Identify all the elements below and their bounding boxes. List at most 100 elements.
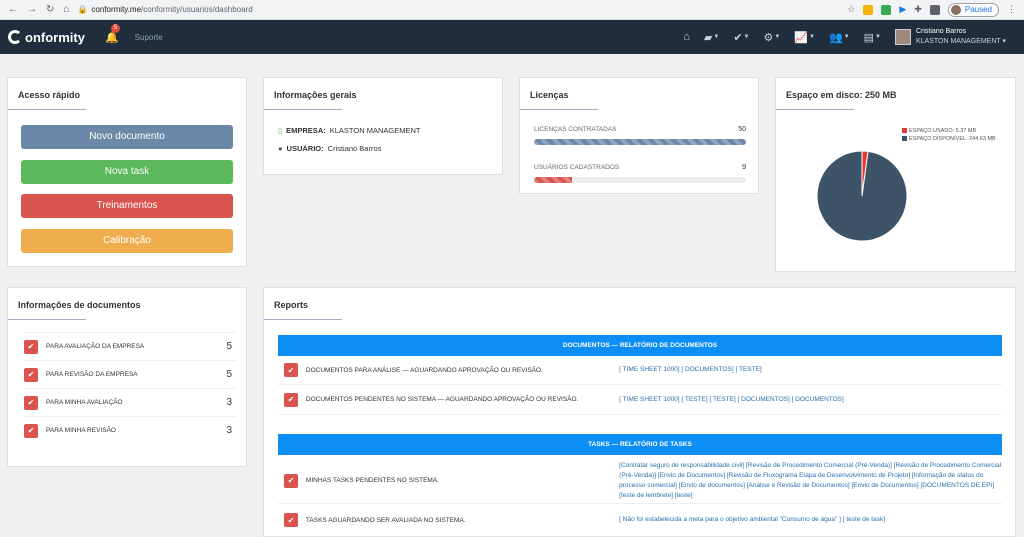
profile-button[interactable]: Paused: [947, 2, 999, 17]
general-info-card: Informações gerais ▯ EMPRESA: KLASTON MA…: [263, 77, 503, 175]
disk-space-title: Espaço em disco: 250 MB: [776, 78, 1015, 110]
notifications-button[interactable]: 🔔 5: [104, 23, 120, 44]
document-info-row[interactable]: ✔ PARA AVALIAÇÃO DA EMPRESA 5: [24, 332, 236, 360]
quick-access-title: Acesso rápido: [8, 78, 246, 110]
registered-progress: [534, 177, 746, 183]
reports-card: Reports DOCUMENTOS — RELATÓRIO DE DOCUME…: [263, 287, 1016, 537]
report-menu-icon[interactable]: ▤ ▼: [864, 31, 881, 44]
user-icon: ●: [278, 144, 283, 153]
document-info-row[interactable]: ✔ PARA MINHA REVISÃO 3: [24, 416, 236, 444]
report-links[interactable]: [ TIME SHEET 1000] [ TESTE] [ TESTE] [ D…: [619, 395, 1002, 405]
company-info: ▯ EMPRESA: KLASTON MANAGEMENT: [278, 126, 420, 135]
report-description: TASKS AGUARDANDO SER AVALIADA NO SISTEMA…: [305, 516, 466, 524]
report-description: DOCUMENTOS PARA ANÁLISE — AGUARDANDO APR…: [305, 366, 543, 374]
forward-icon[interactable]: →: [27, 4, 37, 15]
company-value: KLASTON MANAGEMENT: [329, 126, 421, 135]
disk-pie-chart: [816, 150, 908, 242]
home-icon[interactable]: ⌂: [63, 4, 69, 15]
check-icon: ✔: [24, 367, 38, 382]
lock-icon: 🔒: [77, 5, 88, 14]
company-label: EMPRESA:: [286, 126, 326, 135]
document-info-card: Informações de documentos ✔ PARA AVALIAÇÃ…: [7, 287, 247, 467]
contracted-value: 50: [738, 126, 746, 133]
report-links[interactable]: [Contratar seguro de responsabilidade ci…: [619, 461, 1002, 501]
check-menu-icon[interactable]: ✔ ▼: [733, 31, 749, 44]
report-links[interactable]: [ Não foi estabelecida a meta para o obj…: [619, 515, 1002, 525]
avatar: [950, 4, 961, 15]
row-label: PARA AVALIAÇÃO DA EMPRESA: [46, 343, 145, 350]
row-count: 5: [226, 341, 232, 352]
user-avatar: [894, 29, 911, 45]
new-document-button[interactable]: Novo documento: [21, 125, 233, 149]
report-description: MINHAS TASKS PENDENTES NO SISTEMA.: [305, 477, 439, 484]
registered-row: USUÁRIOS CADASTRADOS 9: [534, 164, 746, 171]
app-header: onformity 🔔 5 Suporte ⌂ ▰ ▼ ✔ ▼ ⚙ ▼ 📈 ▼ 👥 ▼ ▤…: [0, 20, 1024, 54]
licenses-title: Licenças: [520, 78, 758, 110]
play-icon[interactable]: ▶: [899, 4, 906, 15]
document-info-title: Informações de documentos: [8, 288, 246, 320]
calibration-button[interactable]: Calibração: [21, 229, 233, 253]
legend-free: ESPAÇO DISPONÍVEL: 244.63 MB: [902, 135, 996, 143]
reports-title: Reports: [264, 288, 1015, 320]
extension-icon[interactable]: [881, 4, 892, 15]
reload-icon[interactable]: ↻: [46, 4, 54, 15]
registered-label: USUÁRIOS CADASTRADOS: [534, 164, 620, 171]
building-icon: ▯: [278, 126, 283, 135]
back-icon[interactable]: ←: [8, 4, 18, 15]
report-row: ✔ TASKS AGUARDANDO SER AVALIADA NO SISTE…: [278, 508, 1002, 532]
licenses-card: Licenças LICENÇAS CONTRATADAS 50 USUÁRIO…: [519, 77, 759, 194]
check-icon: ✔: [24, 423, 38, 438]
row-label: PARA MINHA REVISÃO: [46, 427, 116, 434]
menu-icon[interactable]: ⋮: [1007, 4, 1016, 15]
report-description: DOCUMENTOS PENDENTES NO SISTEMA — AGUARD…: [305, 396, 579, 403]
row-label: PARA MINHA AVALIAÇÃO: [46, 399, 123, 406]
pie-slice-free: [816, 150, 908, 242]
puzzle-icon[interactable]: ✚: [914, 4, 922, 15]
check-icon: ✔: [284, 363, 298, 377]
report-row: ✔ DOCUMENTOS PARA ANÁLISE — AGUARDANDO A…: [278, 356, 1002, 385]
check-icon: ✔: [284, 513, 298, 527]
pie-legend: ESPAÇO USADO: 5.37 MB ESPAÇO DISPONÍVEL:…: [902, 127, 996, 143]
row-count: 3: [226, 397, 232, 408]
address-bar[interactable]: 🔒 conformity.me/conformity/usuarios/dash…: [77, 5, 252, 14]
extension-icon[interactable]: [863, 4, 874, 15]
user-value: Cristiano Barros: [327, 144, 382, 153]
trainings-button[interactable]: Treinamentos: [21, 194, 233, 218]
disk-space-card: Espaço em disco: 250 MB ESPAÇO USADO: 5.…: [775, 77, 1016, 272]
url-domain: conformity.me: [91, 5, 142, 14]
document-info-row[interactable]: ✔ PARA REVISÃO DA EMPRESA 5: [24, 360, 236, 388]
brand-name: onformity: [25, 29, 85, 45]
home-menu-icon[interactable]: ⌂: [683, 31, 690, 43]
tasks-report-header: TASKS — RELATÓRIO DE TASKS: [278, 434, 1002, 455]
browser-toolbar: ← → ↻ ⌂ 🔒 conformity.me/conformity/usuar…: [0, 0, 1024, 20]
support-link[interactable]: Suporte: [135, 33, 163, 42]
extension-icon[interactable]: [929, 4, 940, 15]
new-task-button[interactable]: Nova task: [21, 160, 233, 184]
brand-logo[interactable]: onformity: [8, 30, 85, 45]
star-icon[interactable]: ☆: [847, 4, 855, 15]
contracted-row: LICENÇAS CONTRATADAS 50: [534, 126, 746, 133]
user-company: KLASTON MANAGEMENT ▾: [915, 38, 1006, 45]
user-name: Cristiano Barros: [915, 28, 967, 35]
user-menu[interactable]: Cristiano Barros KLASTON MANAGEMENT ▾: [894, 27, 1006, 47]
check-icon: ✔: [24, 339, 38, 354]
registered-value: 9: [742, 164, 746, 171]
row-count: 3: [226, 425, 232, 436]
chart-menu-icon[interactable]: 📈 ▼: [794, 31, 815, 44]
document-info-row[interactable]: ✔ PARA MINHA AVALIAÇÃO 3: [24, 388, 236, 416]
user-info: ● USUÁRIO: Cristiano Barros: [278, 144, 381, 153]
contracted-progress: [534, 139, 746, 145]
bell-icon: 🔔: [104, 31, 119, 44]
folder-menu-icon[interactable]: ▰ ▼: [704, 31, 719, 44]
legend-used: ESPAÇO USADO: 5.37 MB: [902, 127, 996, 135]
check-icon: ✔: [284, 392, 298, 407]
notification-badge: 5: [110, 23, 120, 33]
main-menu: ⌂ ▰ ▼ ✔ ▼ ⚙ ▼ 📈 ▼ 👥 ▼ ▤ ▼: [683, 31, 881, 44]
legend-swatch: [902, 136, 907, 142]
check-icon: ✔: [24, 395, 38, 410]
report-links[interactable]: [ TIME SHEET 1000] [ DOCUMENTOS] [ TESTE…: [619, 365, 1002, 375]
gear-menu-icon[interactable]: ⚙ ▼: [763, 31, 780, 44]
logo-icon: [8, 30, 22, 44]
user-label: USUÁRIO:: [286, 144, 324, 153]
users-menu-icon[interactable]: 👥 ▼: [829, 31, 850, 44]
